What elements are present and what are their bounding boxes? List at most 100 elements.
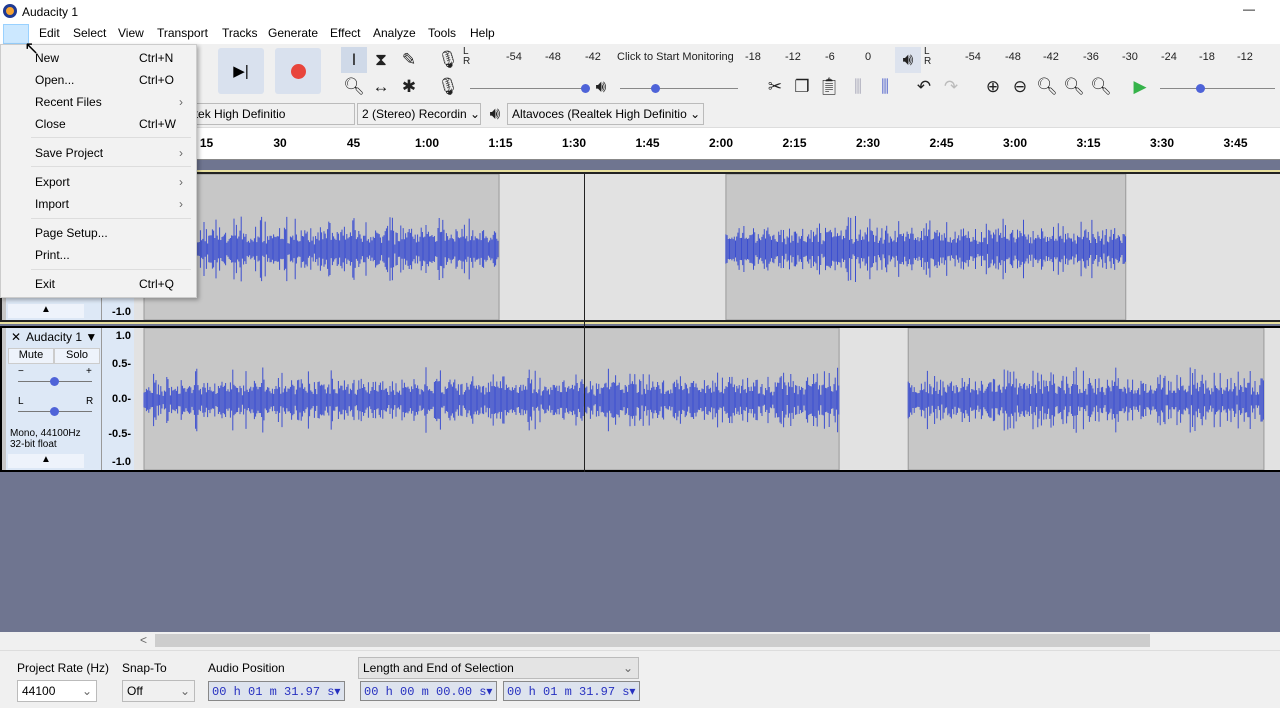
- menu-transport[interactable]: Transport: [157, 26, 208, 40]
- vertical-scale: 1.0 0.5- 0.0- -0.5- -1.0: [102, 328, 134, 470]
- playback-device-select[interactable]: Altavoces (Realtek High Definitio ⌄: [507, 103, 704, 125]
- menu-item-close[interactable]: Close Ctrl+W: [35, 117, 176, 131]
- mute-button[interactable]: Mute: [8, 348, 54, 364]
- meter-tick: 0: [865, 51, 872, 63]
- cut-icon[interactable]: ✂: [762, 74, 788, 100]
- play-at-speed-icon[interactable]: ▶: [1127, 74, 1153, 100]
- time-shift-tool[interactable]: ↔: [368, 74, 394, 100]
- mouse-cursor-icon: ↖: [24, 38, 40, 58]
- zoom-toggle-icon[interactable]: 🔍︎: [1088, 74, 1114, 100]
- submenu-arrow-icon: ›: [179, 197, 183, 211]
- menu-generate[interactable]: Generate: [268, 26, 318, 40]
- zoom-in-icon[interactable]: ⊕: [980, 74, 1006, 100]
- menu-item-print[interactable]: Print...: [35, 248, 70, 262]
- submenu-arrow-icon: ›: [179, 95, 183, 109]
- project-rate-label: Project Rate (Hz): [17, 661, 110, 675]
- record-button[interactable]: [275, 48, 321, 94]
- minimize-button[interactable]: —: [1243, 2, 1255, 16]
- menu-item-exit[interactable]: Exit Ctrl+Q: [35, 277, 174, 291]
- menu-select[interactable]: Select: [73, 26, 106, 40]
- draw-tool-pencil-icon[interactable]: ✎: [396, 47, 422, 73]
- meter-tick: -12: [785, 51, 801, 63]
- collapse-button[interactable]: ▲: [8, 454, 84, 468]
- menu-help[interactable]: Help: [470, 26, 495, 40]
- meter-tick: -36: [1083, 51, 1099, 63]
- record-meter-mic-icon[interactable]: 🎙︎: [435, 47, 461, 73]
- undo-icon[interactable]: ↶: [911, 74, 937, 100]
- waveform[interactable]: [134, 174, 1280, 320]
- gain-knob[interactable]: [50, 377, 59, 386]
- menu-separator: [31, 218, 191, 219]
- trim-audio-icon[interactable]: ⫼: [845, 74, 871, 100]
- menu-item-save-project[interactable]: Save Project ›: [35, 146, 183, 160]
- title-bar: Audacity 1 —: [0, 0, 1280, 22]
- audio-track-2[interactable]: ✕ Audacity 1 ▼ Mute Solo − + L R Mono, 4…: [0, 326, 1280, 472]
- audio-position-field[interactable]: 00 h 01 m 31.97 s▾: [208, 681, 345, 701]
- play-speed-slider[interactable]: [1160, 88, 1275, 89]
- ruler-tick-label: 3:45: [1223, 136, 1248, 150]
- scrollbar-thumb[interactable]: [155, 634, 1150, 647]
- ruler-tick-label: 3:15: [1076, 136, 1101, 150]
- ruler-tick-label: 2:30: [855, 136, 881, 150]
- track-info: Mono, 44100Hz: [10, 428, 81, 439]
- selection-mode-select[interactable]: Length and End of Selection ⌄: [358, 657, 639, 679]
- menu-view[interactable]: View: [118, 26, 144, 40]
- copy-icon[interactable]: ❐: [789, 74, 815, 100]
- snap-to-select[interactable]: Off ⌄: [122, 680, 195, 702]
- menu-tools[interactable]: Tools: [428, 26, 456, 40]
- zoom-tool[interactable]: 🔍︎: [341, 74, 367, 100]
- menu-item-page-setup[interactable]: Page Setup...: [35, 226, 108, 240]
- close-track-icon[interactable]: ✕: [8, 330, 24, 346]
- playback-volume-slider[interactable]: [620, 88, 738, 89]
- redo-icon[interactable]: ↷: [938, 74, 964, 100]
- zoom-out-icon[interactable]: ⊖: [1007, 74, 1033, 100]
- menu-item-import[interactable]: Import ›: [35, 197, 183, 211]
- menu-tracks[interactable]: Tracks: [222, 26, 258, 40]
- meter-tick: -24: [1161, 51, 1177, 63]
- track-control-panel: ✕ Audacity 1 ▼ Mute Solo − + L R Mono, 4…: [6, 328, 102, 470]
- collapse-button[interactable]: ▲: [8, 304, 84, 318]
- playback-meter-speaker-icon[interactable]: 🔊︎: [895, 47, 921, 73]
- meter-tick: -48: [545, 51, 561, 63]
- skip-to-end-button[interactable]: ▶|: [218, 48, 264, 94]
- silence-audio-icon[interactable]: ⫼: [872, 74, 898, 100]
- menu-edit[interactable]: Edit: [39, 26, 60, 40]
- submenu-arrow-icon: ›: [179, 175, 183, 189]
- ruler-tick-label: 1:15: [488, 136, 513, 150]
- fit-project-icon[interactable]: 🔍︎: [1061, 74, 1087, 100]
- record-meter[interactable]: -54 -48 -42 -18 -12 -6 0 Click to Start Monitor…: [470, 51, 880, 65]
- playback-meter[interactable]: -54 -48 -42 -36 -30 -24 -18 -12: [935, 51, 1275, 65]
- selection-end-field[interactable]: 00 h 01 m 31.97 s▾: [503, 681, 640, 701]
- recording-volume-slider[interactable]: [470, 88, 585, 89]
- menu-analyze[interactable]: Analyze: [373, 26, 416, 40]
- paste-icon[interactable]: 📋︎: [816, 74, 842, 100]
- horizontal-scrollbar[interactable]: <: [0, 632, 1280, 650]
- track-format: 32-bit float: [10, 439, 57, 450]
- multi-tool[interactable]: ✱: [396, 74, 422, 100]
- track-name-menu[interactable]: Audacity 1 ▼: [26, 330, 100, 346]
- play-speed-knob[interactable]: [1196, 84, 1206, 93]
- waveform[interactable]: [134, 328, 1280, 470]
- dropdown-arrow-icon: ▼: [85, 330, 98, 344]
- meter-tick: -42: [1043, 51, 1059, 63]
- ruler-tick-label: 30: [273, 136, 287, 150]
- solo-button[interactable]: Solo: [54, 348, 100, 364]
- recording-channels-select[interactable]: 2 (Stereo) Recordin ⌄: [357, 103, 481, 125]
- monitor-prompt[interactable]: Click to Start Monitoring: [617, 51, 734, 63]
- selection-tool[interactable]: I: [341, 47, 367, 73]
- playback-volume-knob[interactable]: [651, 84, 661, 93]
- selection-length-field[interactable]: 00 h 00 m 00.00 s▾: [360, 681, 497, 701]
- ruler-tick-label: 2:00: [708, 136, 734, 150]
- fit-selection-icon[interactable]: 🔍︎: [1034, 74, 1060, 100]
- menu-effect[interactable]: Effect: [330, 26, 360, 40]
- envelope-tool[interactable]: ⧗: [368, 47, 394, 73]
- pan-knob[interactable]: [50, 407, 59, 416]
- project-rate-select[interactable]: 44100 ⌄: [17, 680, 97, 702]
- menu-item-recent-files[interactable]: Recent Files ›: [35, 95, 183, 109]
- ruler-tick-label: 3:30: [1149, 136, 1175, 150]
- menu-item-export[interactable]: Export ›: [35, 175, 183, 189]
- menu-item-open[interactable]: Open... Ctrl+O: [35, 73, 174, 87]
- window-title: Audacity 1: [22, 5, 79, 19]
- play-cursor: [583, 172, 585, 472]
- scroll-left-icon[interactable]: <: [140, 633, 147, 647]
